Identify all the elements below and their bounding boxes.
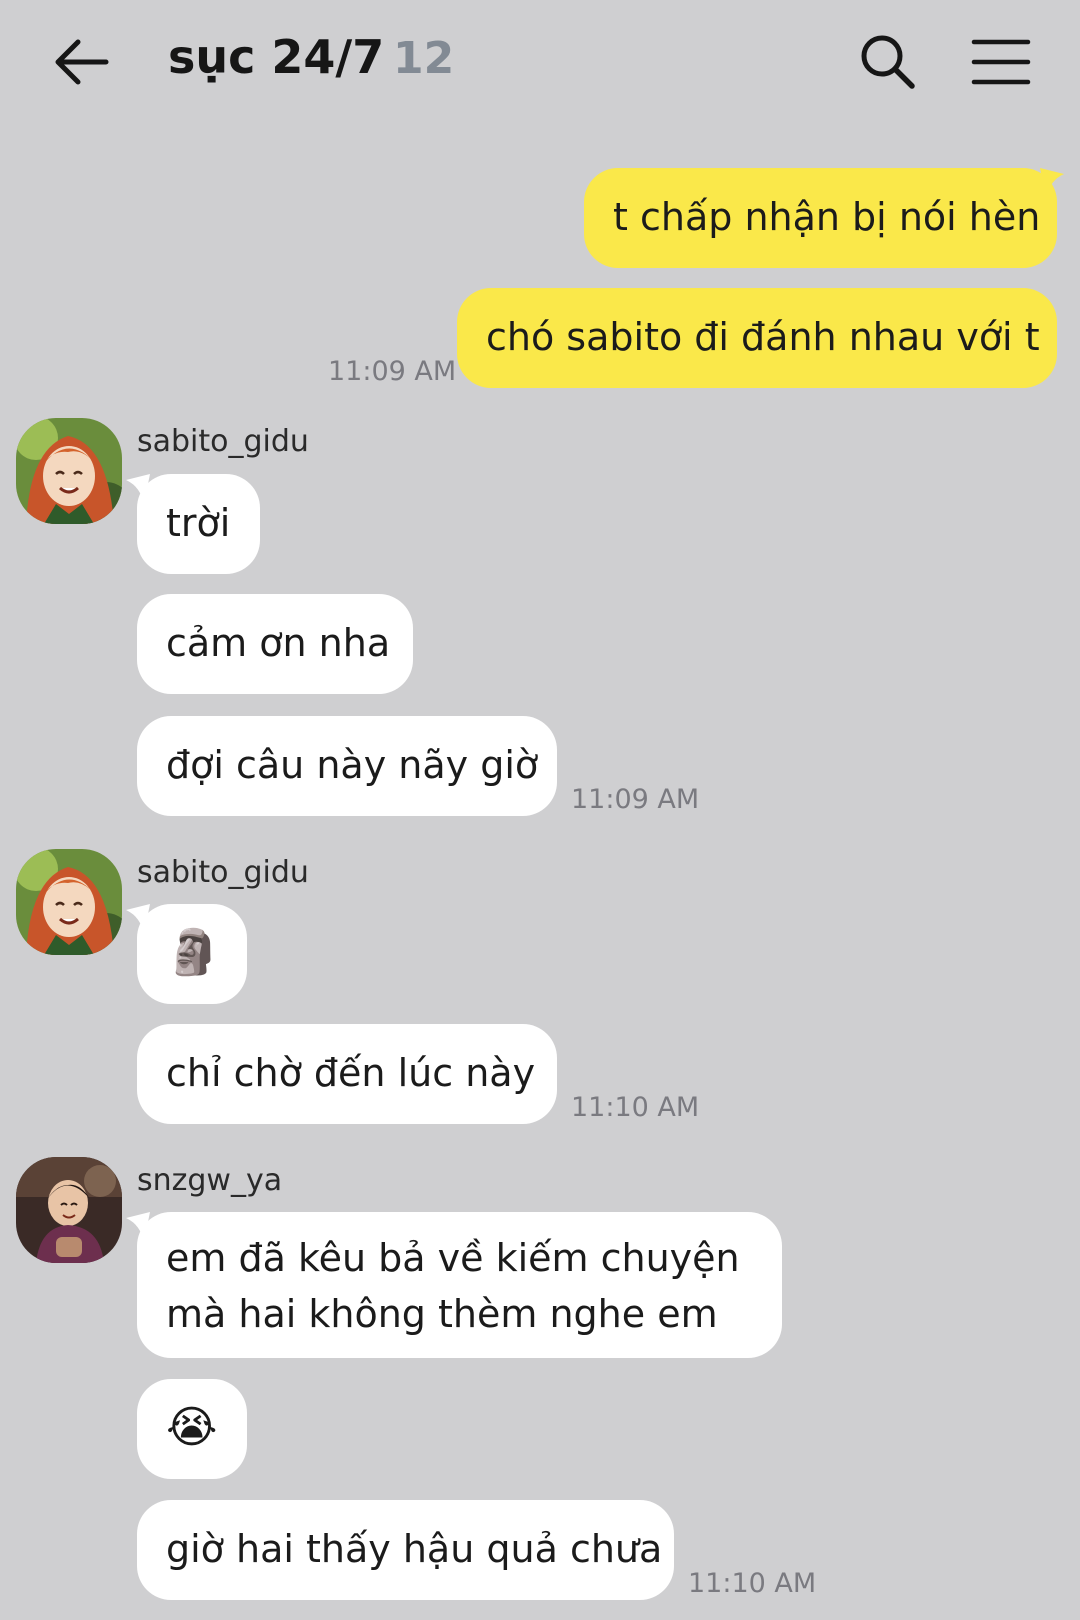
search-icon[interactable]: [858, 32, 918, 92]
member-count: 12: [393, 33, 455, 84]
menu-icon[interactable]: [970, 34, 1032, 90]
message-text: trời: [166, 501, 231, 545]
chat-screen: sục 24/7 12 t chấp nhận bị nói hèn chó s…: [0, 0, 1080, 1620]
their-message[interactable]: 🗿: [137, 904, 247, 1004]
sender-name: sabito_gidu: [137, 855, 309, 890]
their-message[interactable]: 😭: [137, 1379, 247, 1479]
message-text: chó sabito đi đánh nhau với t: [486, 315, 1040, 359]
message-text-line: mà hai không thèm nghe em: [166, 1292, 718, 1336]
message-text: t chấp nhận bị nói hèn: [613, 195, 1041, 239]
their-message[interactable]: chỉ chờ đến lúc này: [137, 1024, 557, 1124]
back-arrow-icon[interactable]: [50, 34, 116, 90]
message-timestamp: 11:09 AM: [328, 356, 457, 387]
message-text: chỉ chờ đến lúc này: [166, 1051, 536, 1095]
message-text: giờ hai thấy hậu quả chưa: [166, 1527, 663, 1571]
message-text: cảm ơn nha: [166, 621, 391, 665]
moai-emoji: 🗿: [166, 927, 221, 978]
avatar-sabito-gidu[interactable]: [16, 849, 122, 955]
chat-title[interactable]: sục 24/7: [168, 30, 384, 84]
chat-header: sục 24/7 12: [0, 0, 1080, 130]
avatar-snzgw-ya[interactable]: [16, 1157, 122, 1263]
their-message[interactable]: trời: [137, 474, 260, 574]
bubble-tail: [126, 904, 150, 934]
bubble-tail: [126, 1212, 150, 1242]
their-message[interactable]: giờ hai thấy hậu quả chưa: [137, 1500, 674, 1600]
sender-name: snzgw_ya: [137, 1163, 283, 1198]
bubble-tail: [126, 474, 150, 504]
their-message[interactable]: em đã kêu bả về kiếm chuyện mà hai không…: [137, 1212, 782, 1358]
my-message[interactable]: chó sabito đi đánh nhau với t: [457, 288, 1057, 388]
sender-name: sabito_gidu: [137, 424, 309, 459]
their-message[interactable]: cảm ơn nha: [137, 594, 413, 694]
message-text-line: em đã kêu bả về kiếm chuyện: [166, 1236, 740, 1280]
their-message[interactable]: đợi câu này nãy giờ: [137, 716, 557, 816]
avatar-sabito-gidu[interactable]: [16, 418, 122, 524]
bubble-tail: [1040, 168, 1064, 198]
my-message[interactable]: t chấp nhận bị nói hèn: [584, 168, 1057, 268]
message-text: đợi câu này nãy giờ: [166, 743, 539, 787]
message-timestamp: 11:10 AM: [688, 1568, 817, 1599]
loudly-crying-emoji: 😭: [166, 1402, 218, 1453]
message-timestamp: 11:10 AM: [571, 1092, 700, 1123]
message-timestamp: 11:09 AM: [571, 784, 700, 815]
